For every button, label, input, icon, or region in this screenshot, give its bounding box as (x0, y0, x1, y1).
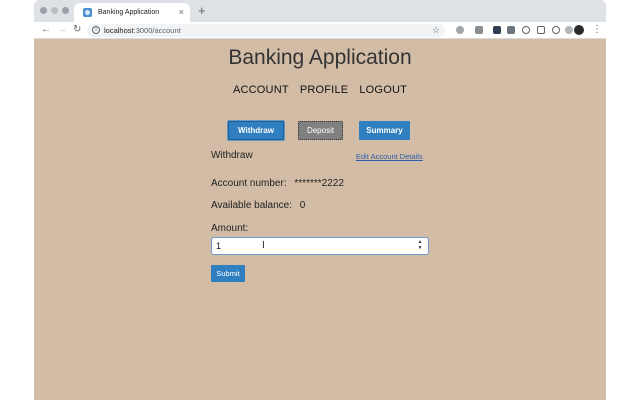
account-number-label: Account number: (211, 178, 287, 189)
extension-icon[interactable] (456, 26, 464, 34)
extension-icon[interactable] (522, 26, 530, 34)
summary-button[interactable]: Summary (359, 121, 410, 140)
url-text: localhost:3000/account (104, 26, 181, 35)
amount-input[interactable]: 1 (211, 237, 429, 255)
edit-account-link[interactable]: Edit Account Details (356, 152, 423, 161)
nav-logout-link[interactable]: LOGOUT (359, 84, 407, 96)
account-number-value: *******2222 (294, 178, 344, 189)
browser-window: Banking Application × + ← → ↻ i localhos… (34, 0, 606, 400)
extension-icon[interactable] (565, 26, 573, 34)
deposit-button[interactable]: Deposit (298, 121, 343, 140)
info-icon[interactable]: i (92, 26, 100, 34)
browser-tab[interactable]: Banking Application × (74, 3, 190, 22)
balance-row: Available balance: 0 (211, 200, 305, 211)
back-icon[interactable]: ← (41, 24, 51, 36)
top-navigation: ACCOUNT PROFILE LOGOUT (34, 84, 606, 96)
page-content: Banking Application ACCOUNT PROFILE LOGO… (34, 40, 606, 400)
extension-icon[interactable] (475, 26, 483, 34)
extension-icon[interactable] (537, 26, 545, 34)
submit-button[interactable]: Submit (211, 265, 245, 282)
forward-icon[interactable]: → (57, 24, 67, 36)
extension-icon[interactable] (493, 26, 501, 34)
extension-icon[interactable] (507, 26, 515, 34)
url-path: :3000/account (133, 26, 181, 35)
section-title: Withdraw (211, 150, 253, 161)
nav-account-link[interactable]: ACCOUNT (233, 84, 289, 96)
amount-label: Amount: (211, 223, 249, 234)
menu-icon[interactable]: ⋮ (592, 23, 602, 37)
address-bar[interactable]: i localhost:3000/account ☆ (87, 24, 445, 37)
window-minimize-icon[interactable] (51, 7, 58, 14)
text-cursor-icon: I (262, 240, 265, 251)
account-number-row: Account number: *******2222 (211, 178, 344, 189)
tab-title: Banking Application (98, 9, 160, 16)
withdraw-button[interactable]: Withdraw (228, 121, 284, 140)
star-icon[interactable]: ☆ (432, 24, 440, 37)
favicon-icon (83, 8, 92, 17)
balance-value: 0 (299, 200, 306, 211)
profile-avatar[interactable] (574, 25, 584, 35)
tab-close-icon[interactable]: × (179, 7, 184, 17)
number-stepper-icon[interactable]: ▲ ▼ (416, 239, 424, 252)
browser-toolbar: ← → ↻ i localhost:3000/account ☆ ⋮ (34, 22, 606, 39)
nav-profile-link[interactable]: PROFILE (300, 84, 348, 96)
url-host: localhost (104, 26, 134, 35)
tab-strip: Banking Application × + (34, 0, 606, 22)
window-maximize-icon[interactable] (62, 7, 69, 14)
window-close-icon[interactable] (40, 7, 47, 14)
new-tab-icon[interactable]: + (198, 4, 206, 17)
page-title: Banking Application (228, 46, 412, 69)
extension-icon[interactable] (552, 26, 560, 34)
balance-label: Available balance: (211, 200, 292, 211)
reload-icon[interactable]: ↻ (73, 24, 81, 36)
